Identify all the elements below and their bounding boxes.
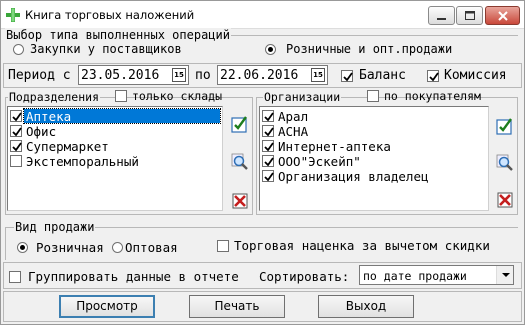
list-item-label: Экстемпоральный [26, 154, 139, 169]
clear-departments-button[interactable] [228, 188, 250, 210]
sort-select-value: по дате продажи [363, 269, 467, 283]
period-from-label: Период с [8, 68, 71, 83]
item-checkbox[interactable] [262, 125, 274, 137]
close-button[interactable] [485, 6, 520, 25]
checkmark-icon [264, 142, 274, 152]
magnifier-icon [231, 153, 248, 170]
item-checkbox[interactable] [262, 155, 274, 167]
clear-organizations-button[interactable] [493, 187, 515, 209]
preview-button[interactable]: Просмотр [59, 295, 155, 318]
minimize-button[interactable] [428, 6, 455, 25]
calendar-to-icon[interactable]: 15 [311, 68, 325, 82]
radio-wholesale-label: Оптовая [125, 240, 178, 255]
markup-net-discount-label: Торговая наценка за вычетом скидки [234, 238, 490, 253]
date-from-input[interactable]: 23.05.2016 15 [78, 65, 189, 85]
search-organizations-button[interactable] [493, 151, 515, 173]
period-to-label: по [195, 68, 211, 83]
commission-checkbox[interactable] [427, 70, 439, 82]
operation-type-legend: Выбор типа выполненных операций [5, 28, 231, 42]
select-all-organizations-button[interactable] [493, 114, 515, 136]
checkmark-icon [264, 112, 274, 122]
list-item-label: Супермаркет [26, 139, 109, 154]
group-data-label: Группировать данные в отчете [28, 269, 239, 284]
close-icon [498, 11, 508, 21]
select-all-departments-button[interactable] [228, 112, 250, 134]
delete-icon [497, 192, 513, 208]
print-button[interactable]: Печать [189, 295, 285, 318]
radio-retail-wholesale-label: Розничные и опт.продажи [286, 42, 453, 56]
checkmark-icon [429, 72, 439, 82]
check-all-icon [496, 118, 512, 135]
date-to-value: 22.06.2016 [220, 68, 299, 83]
list-item-label: Интернет-аптека [278, 139, 391, 154]
checkmark-icon [343, 72, 353, 82]
exit-button[interactable]: Выход [318, 295, 414, 318]
chevron-down-icon[interactable] [496, 266, 513, 284]
departments-list[interactable]: Аптека Офис Супермаркет Экстемпоральный [7, 106, 223, 211]
app-icon [6, 8, 20, 22]
radio-retail-label: Розничная [36, 240, 104, 255]
balance-checkbox[interactable] [341, 70, 353, 82]
item-checkbox[interactable] [10, 125, 22, 137]
maximize-icon [465, 11, 475, 20]
only-warehouses-label: только склады [132, 89, 223, 103]
check-all-icon [231, 116, 247, 133]
item-checkbox[interactable] [10, 110, 22, 122]
search-departments-button[interactable] [228, 150, 250, 172]
group-data-checkbox[interactable] [9, 271, 21, 283]
checkmark-icon [12, 112, 22, 122]
checkmark-icon [264, 157, 274, 167]
sale-type-legend: Вид продажи [14, 220, 96, 234]
item-checkbox[interactable] [262, 110, 274, 122]
item-checkbox[interactable] [10, 155, 22, 167]
item-checkbox[interactable] [262, 140, 274, 152]
commission-label: Комиссия [444, 68, 507, 83]
calendar-from-icon[interactable]: 15 [172, 68, 186, 82]
title-bar: Книга торговых наложений [1, 1, 524, 29]
by-buyers-label: по покупателям [384, 89, 481, 103]
radio-wholesale[interactable] [112, 242, 123, 253]
list-item-label: АСНА [278, 124, 309, 139]
list-item-label: Организация владелец [278, 169, 429, 184]
radio-purchases-label: Закупки у поставщиков [30, 42, 182, 56]
list-item-label: Арал [278, 109, 309, 124]
only-warehouses-checkbox[interactable] [115, 90, 127, 102]
maximize-button[interactable] [456, 6, 483, 25]
radio-retail-wholesale[interactable] [265, 44, 276, 55]
checkmark-icon [264, 172, 274, 182]
report-window: Книга торговых наложений Выбор типа выпо… [0, 0, 525, 325]
balance-label: Баланс [359, 68, 406, 83]
sort-label: Сортировать: [259, 269, 350, 284]
organizations-list[interactable]: Арал АСНА Интернет-аптека ООО"Эскейп" Ор… [259, 106, 489, 211]
date-from-value: 23.05.2016 [81, 68, 160, 83]
radio-retail[interactable] [17, 242, 28, 253]
delete-icon [232, 193, 248, 209]
list-item-label: Офис [26, 124, 57, 139]
checkmark-icon [264, 127, 274, 137]
radio-purchases[interactable] [13, 44, 24, 55]
minimize-icon [437, 18, 446, 20]
window-title: Книга торговых наложений [25, 8, 195, 22]
list-item[interactable]: Аптека [10, 108, 222, 124]
markup-net-discount-checkbox[interactable] [217, 240, 229, 252]
departments-legend: Подразделения [8, 90, 101, 104]
item-checkbox[interactable] [10, 140, 22, 152]
by-buyers-checkbox[interactable] [367, 90, 379, 102]
magnifier-icon [496, 154, 513, 171]
checkmark-icon [12, 127, 22, 137]
organizations-legend: Организации [263, 90, 342, 104]
date-to-input[interactable]: 22.06.2016 15 [217, 65, 328, 85]
checkmark-icon [12, 142, 22, 152]
item-checkbox[interactable] [262, 170, 274, 182]
sort-select[interactable]: по дате продажи [359, 265, 514, 285]
list-item-label: Аптека [23, 108, 221, 124]
list-item-label: ООО"Эскейп" [278, 154, 361, 169]
